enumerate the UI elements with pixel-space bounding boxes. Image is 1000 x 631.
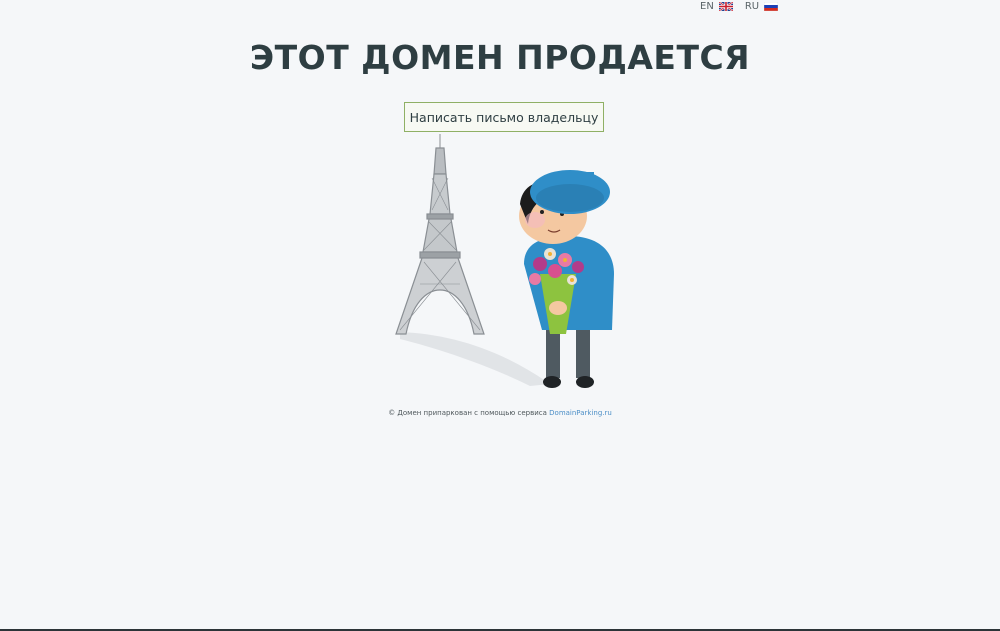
- footer-text: © Домен припаркован с помощью сервиса: [388, 409, 550, 417]
- language-switcher: EN RU: [700, 1, 779, 12]
- language-en-label: EN: [700, 1, 714, 12]
- contact-owner-button[interactable]: Написать письмо владельцу: [404, 102, 604, 132]
- boy-with-flowers-icon: [519, 170, 614, 388]
- domainparking-link[interactable]: DomainParking.ru: [549, 409, 612, 417]
- language-en[interactable]: EN: [700, 1, 733, 12]
- uk-flag-icon: [718, 2, 733, 11]
- paris-illustration: [395, 134, 614, 388]
- tower-shadow: [400, 332, 550, 386]
- page-title: ЭТОТ ДОМЕН ПРОДАЕТСЯ: [249, 38, 751, 77]
- russia-flag-icon: [764, 2, 779, 11]
- language-ru-label: RU: [744, 1, 760, 12]
- footer: © Домен припаркован с помощью сервиса Do…: [0, 409, 1000, 417]
- language-ru[interactable]: RU: [744, 1, 779, 12]
- eiffel-tower-icon: [395, 134, 485, 335]
